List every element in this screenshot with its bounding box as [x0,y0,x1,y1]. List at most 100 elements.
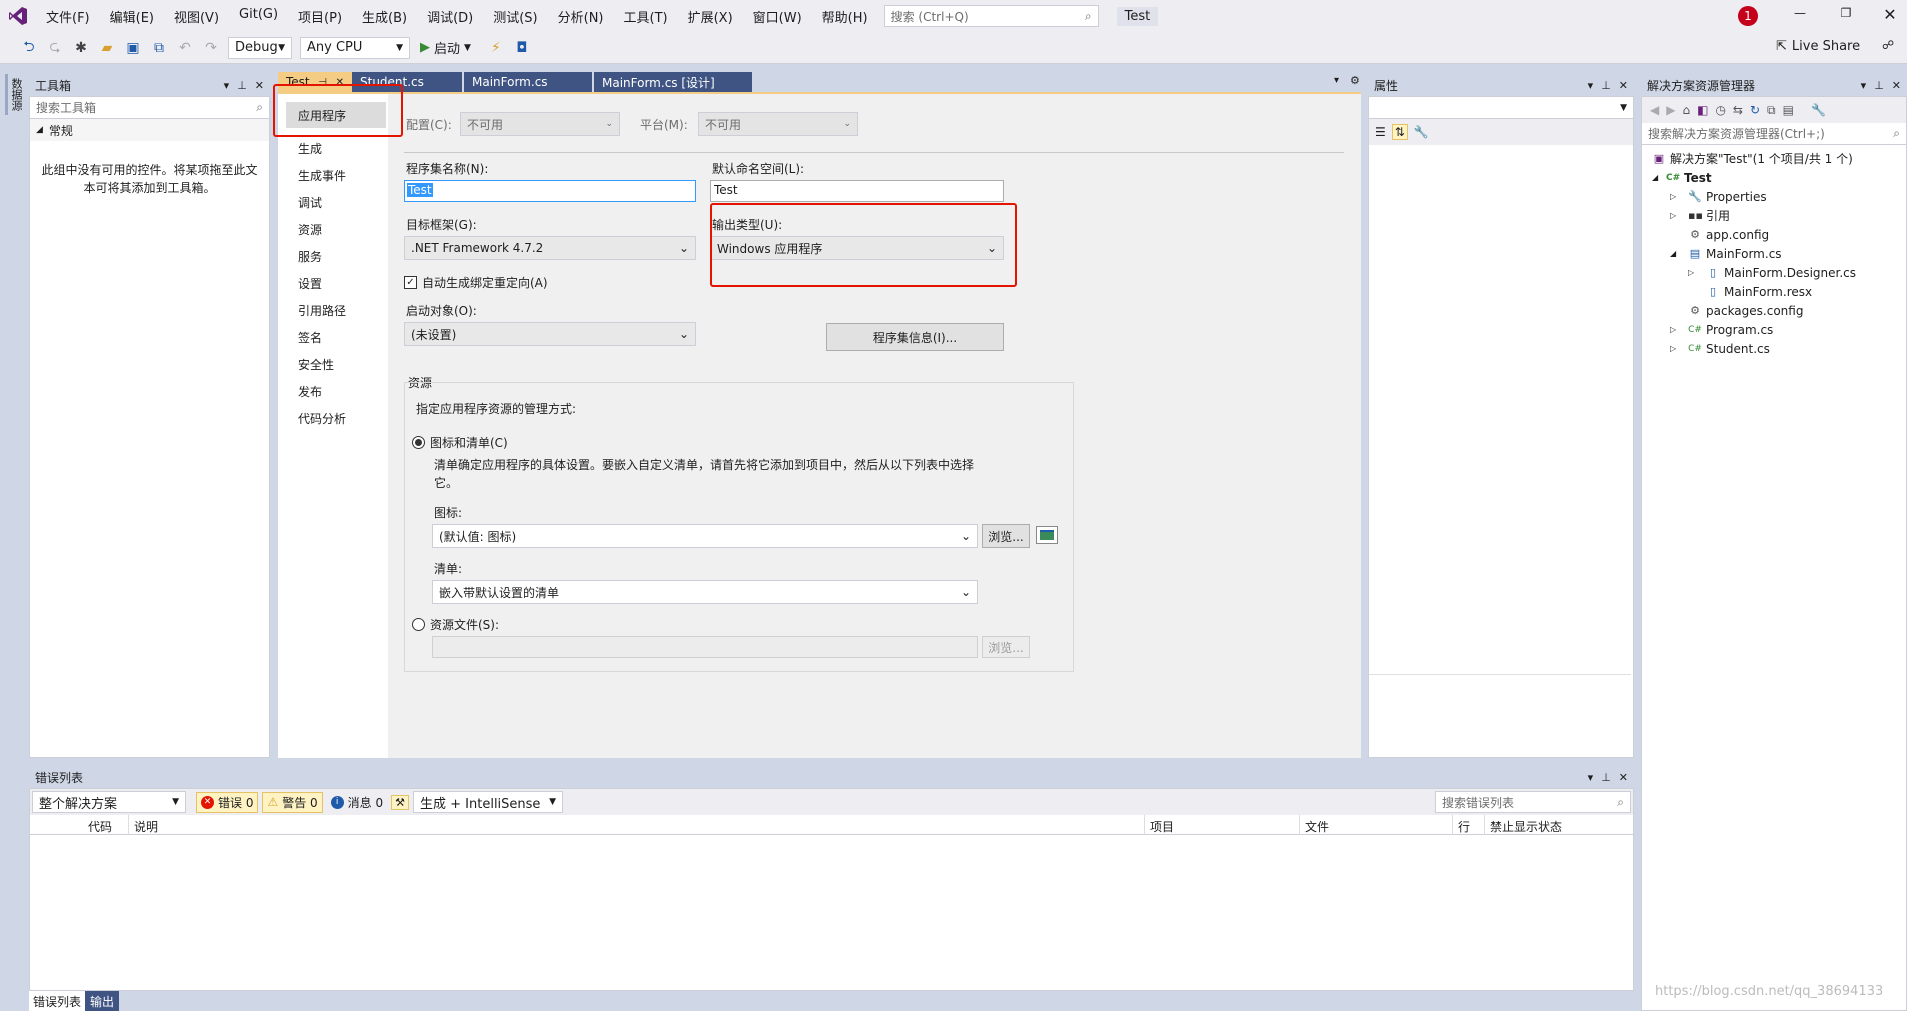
chevron-down-icon[interactable]: ▾ [224,79,230,92]
errors-filter-button[interactable]: ✕ 错误 0 [196,791,259,813]
auto-redirect-checkbox[interactable]: ✓ 自动生成绑定重定向(A) [404,274,548,291]
back-icon[interactable]: ⮌ [18,37,40,59]
tree-solution-root[interactable]: ▣ 解决方案"Test"(1 个项目/共 1 个) [1642,149,1906,168]
resource-file-radio[interactable]: 资源文件(S): [412,616,499,633]
tree-expander-icon[interactable]: ▷ [1688,268,1706,277]
column-header-1[interactable]: 说明 [134,818,158,835]
new-project-icon[interactable]: ✱ [70,37,92,59]
close-icon[interactable]: ✕ [1892,79,1901,92]
column-header-4[interactable]: 行 [1458,818,1470,835]
close-icon[interactable]: ✕ [255,79,264,92]
toolbox-search[interactable]: 搜索工具箱 ⌕ [30,97,269,119]
column-header-2[interactable]: 项目 [1150,818,1174,835]
search-box[interactable]: 搜索 (Ctrl+Q) ⌕ [883,5,1099,27]
column-header-0[interactable]: 代码 [88,818,112,835]
close-icon[interactable]: ✕ [1619,79,1628,92]
namespace-input[interactable]: Test [710,180,1004,202]
vs-icon[interactable]: ◧ [1697,103,1708,117]
save-all-icon[interactable]: ⧉ [148,37,170,59]
build-filter-select[interactable]: 生成 + IntelliSense ▼ [413,791,563,813]
startup-select[interactable]: (未设置) ⌄ [404,322,696,346]
icon-select[interactable]: (默认值: 图标) ⌄ [432,524,978,548]
column-header-5[interactable]: 禁止显示状态 [1490,818,1562,835]
categorized-icon[interactable]: ☰ [1375,125,1386,139]
tree-expander-icon[interactable]: ▷ [1670,325,1688,334]
alphabetical-icon[interactable]: ⇅ [1391,124,1408,140]
chevron-down-icon[interactable]: ▾ [1588,79,1594,92]
show-all-icon[interactable]: ▤ [1783,103,1794,117]
tab-output[interactable]: 输出 [85,991,120,1011]
platform-combo[interactable]: Any CPU ▼ [300,36,410,59]
hot-reload-icon[interactable]: ⚡ [485,37,507,59]
sync-icon[interactable]: ⇆ [1733,103,1743,117]
minimize-button[interactable]: — [1790,6,1810,20]
tree-item-8[interactable]: ▷ C# Student.cs [1642,339,1906,358]
feedback-icon[interactable]: ☍ [1882,38,1894,52]
properties-object-select[interactable]: ▼ [1369,97,1633,119]
warnings-filter-button[interactable]: ⚠ 警告 0 [262,791,323,813]
forward-icon[interactable]: ⮎ [44,37,66,59]
nav-item-4[interactable]: 资源 [278,216,388,242]
menu-item-3[interactable]: Git(G) [229,7,288,26]
settings-gear-icon[interactable]: ⚙ [1350,74,1360,87]
pin-icon[interactable]: ⊥ [237,79,247,92]
menu-item-8[interactable]: 分析(N) [548,7,614,26]
collapse-icon[interactable]: ⧉ [1767,103,1776,118]
icon-manifest-radio[interactable]: 图标和清单(C) [412,434,508,451]
tree-expander-icon[interactable]: ◢ [1670,249,1688,258]
assembly-name-input[interactable]: Test [404,180,696,202]
toolbox-group-general[interactable]: ◢ 常规 [30,119,269,141]
tab-mainform[interactable]: MainForm.cs [464,72,592,92]
menu-item-2[interactable]: 视图(V) [164,7,229,26]
nav-item-6[interactable]: 设置 [278,270,388,296]
tab-mainform-designer[interactable]: MainForm.cs [设计] [594,72,752,92]
notification-badge[interactable]: 1 [1738,6,1758,26]
chevron-down-icon[interactable]: ▾ [1861,79,1867,92]
tab-overflow-icon[interactable]: ▾ [1334,75,1339,86]
close-window-button[interactable]: ✕ [1880,5,1900,24]
vs-logo-icon[interactable] [0,0,36,32]
tree-item-7[interactable]: ▷ C# Program.cs [1642,320,1906,339]
menu-item-7[interactable]: 测试(S) [483,7,547,26]
pin-icon[interactable]: ⊥ [1601,771,1611,784]
tab-error-list[interactable]: 错误列表 [29,991,86,1011]
tree-item-4[interactable]: ▷ ▯ MainForm.Designer.cs [1642,263,1906,282]
nav-item-7[interactable]: 引用路径 [278,297,388,323]
back-icon[interactable]: ◀ [1650,103,1659,117]
start-button[interactable]: ▶ 启动 ▼ [420,38,471,57]
config-combo[interactable]: Debug ▼ [228,36,292,59]
tree-item-3[interactable]: ◢ ▤ MainForm.cs [1642,244,1906,263]
forward-icon[interactable]: ▶ [1666,103,1675,117]
scope-select[interactable]: 整个解决方案 ▼ [32,791,186,813]
pin-icon[interactable]: ⊥ [1601,79,1611,92]
nav-item-5[interactable]: 服务 [278,243,388,269]
menu-item-5[interactable]: 生成(B) [352,7,417,26]
wrench-icon[interactable]: 🔧 [1414,125,1429,139]
data-sources-strip[interactable]: 数据源 [0,66,24,1011]
restore-button[interactable]: ❐ [1836,6,1856,20]
manifest-select[interactable]: 嵌入带默认设置的清单 ⌄ [432,580,978,604]
tree-item-0[interactable]: ▷ 🔧 Properties [1642,187,1906,206]
properties-wrench-icon[interactable]: 🔧 [1811,103,1826,117]
nav-item-3[interactable]: 调试 [278,189,388,215]
error-search[interactable]: 搜索错误列表 ⌕ [1435,791,1631,813]
menu-item-4[interactable]: 项目(P) [288,7,352,26]
live-share-button[interactable]: ⇱ Live Share [1776,39,1860,54]
column-header-3[interactable]: 文件 [1305,818,1329,835]
menu-item-11[interactable]: 窗口(W) [743,7,812,26]
chevron-down-icon[interactable]: ▾ [1588,771,1594,784]
nav-item-10[interactable]: 发布 [278,378,388,404]
framework-select[interactable]: .NET Framework 4.7.2 ⌄ [404,236,696,260]
save-icon[interactable]: ▣ [122,37,144,59]
build-filter-icon[interactable]: ⚒ [391,794,409,810]
close-icon[interactable]: ✕ [1619,771,1628,784]
pin-icon[interactable]: ⊥ [1874,79,1884,92]
nav-item-2[interactable]: 生成事件 [278,162,388,188]
nav-item-9[interactable]: 安全性 [278,351,388,377]
redo-icon[interactable]: ↷ [200,37,222,59]
menu-item-1[interactable]: 编辑(E) [100,7,164,26]
nav-item-11[interactable]: 代码分析 [278,405,388,431]
icon-browse-button[interactable]: 浏览... [982,524,1030,548]
tree-item-2[interactable]: ⚙ app.config [1642,225,1906,244]
menu-item-12[interactable]: 帮助(H) [812,7,878,26]
